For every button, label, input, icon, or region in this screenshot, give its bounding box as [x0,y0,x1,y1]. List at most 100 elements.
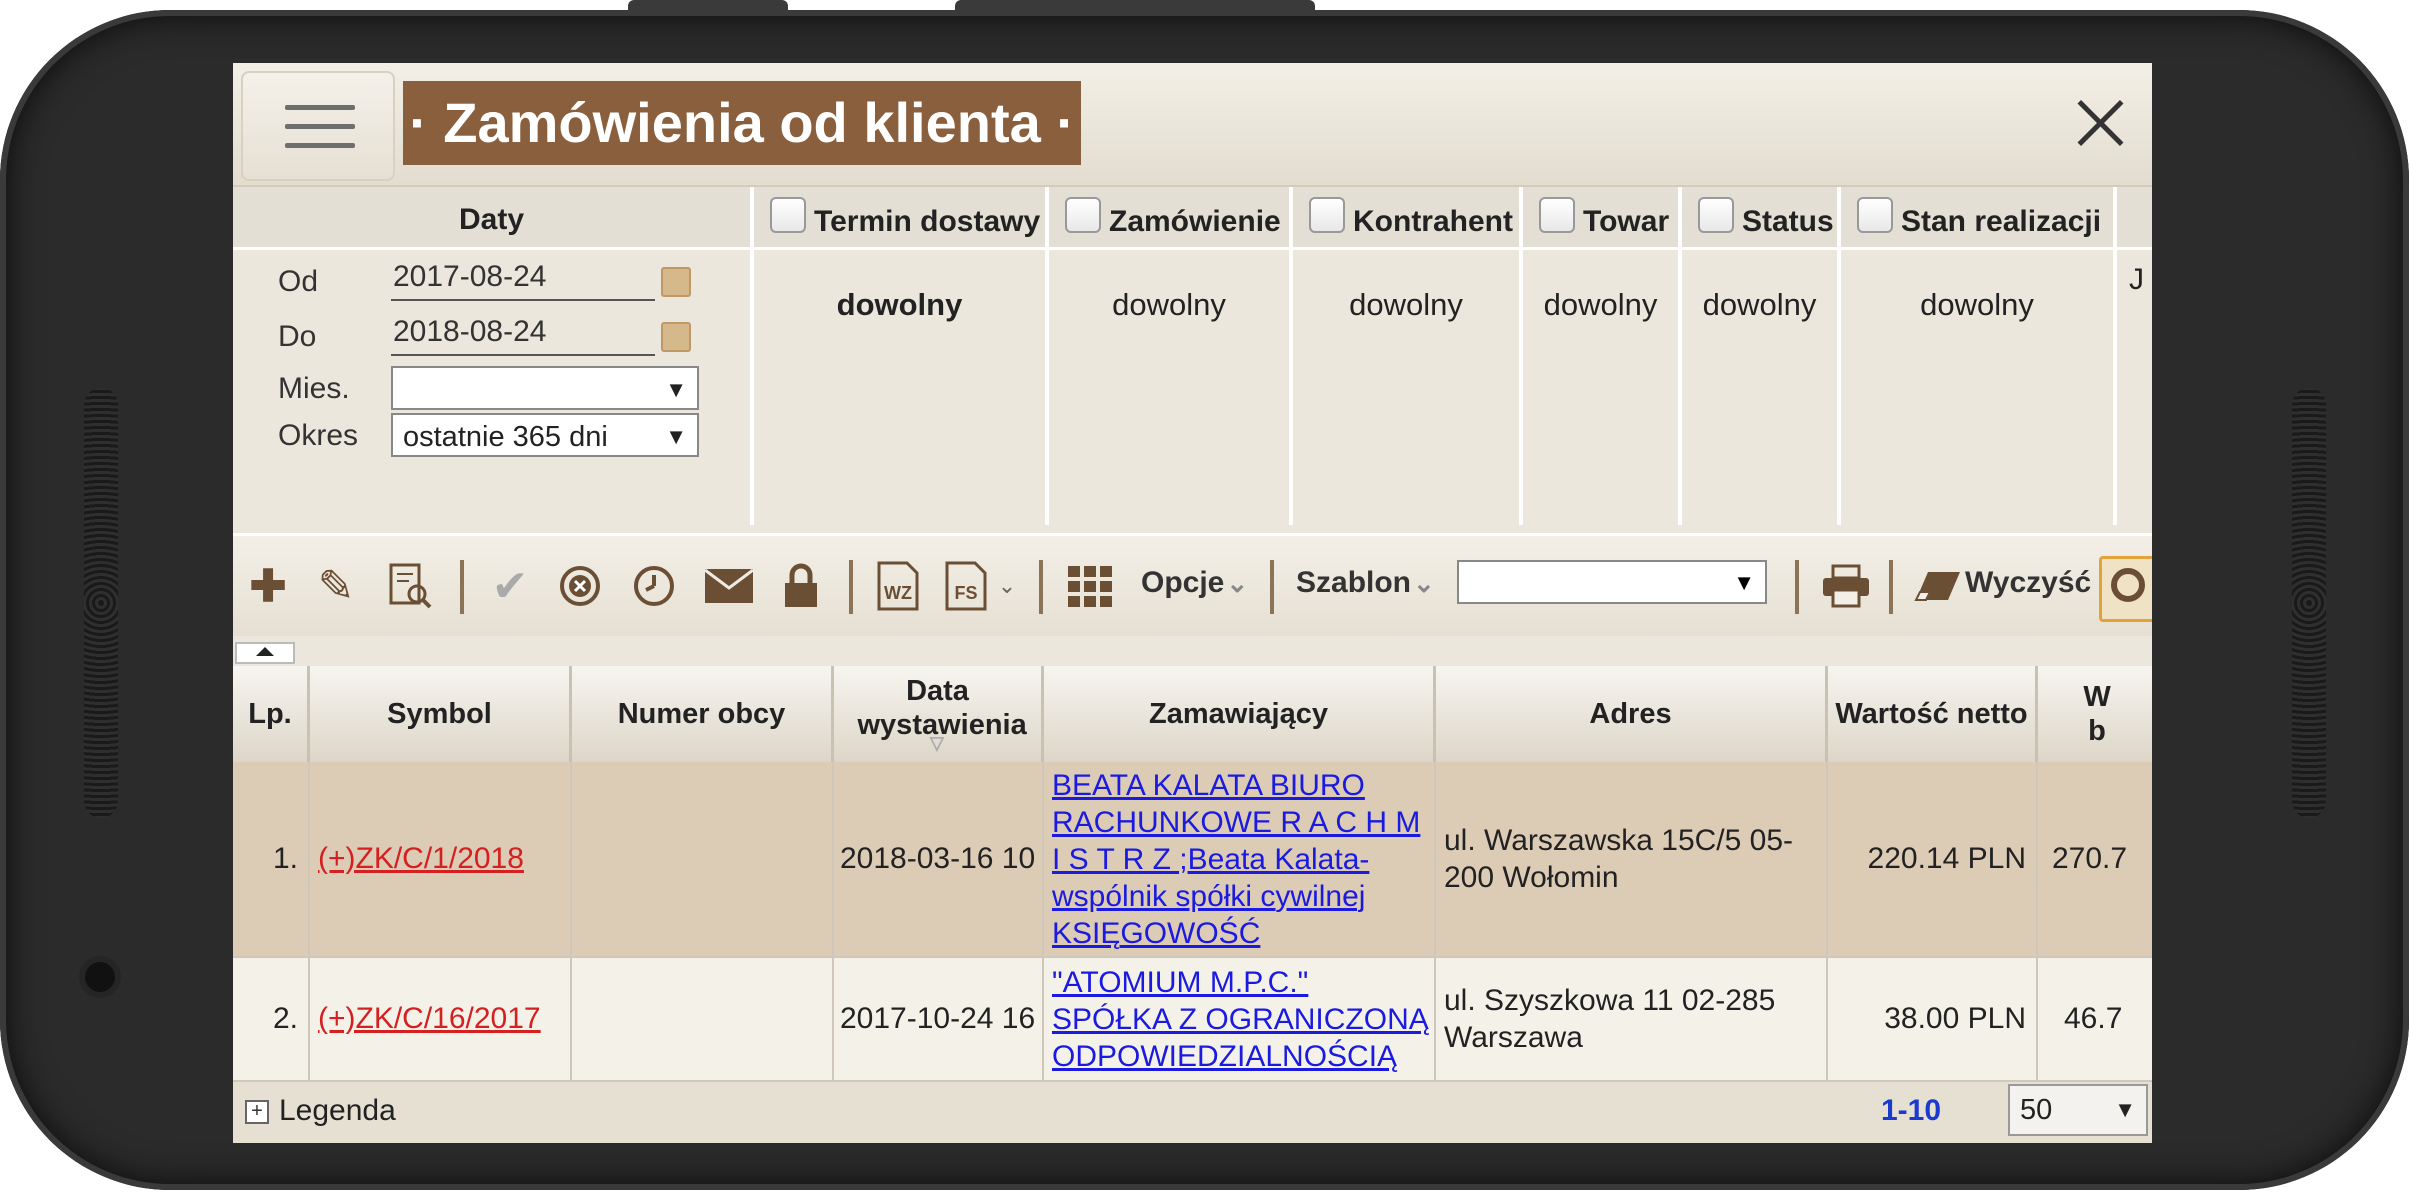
cell-zamawiajacy: BEATA KALATA BIURO RACHUNKOWE R A C H M … [1044,762,1436,956]
column-header-adres[interactable]: Adres [1436,666,1828,762]
filter-cut-off-header [2117,187,2152,250]
date-to-input[interactable]: 2018-08-24 [391,310,655,356]
expand-plus-icon[interactable]: + [245,1100,269,1124]
column-header-brutto-label: W b [2083,681,2111,747]
table-footer: + Legenda 1-10 50 ▼ [233,1080,2152,1143]
template-menu-button[interactable]: Szablon⌄ [1296,566,1435,600]
dropdown-arrow-icon: ▼ [665,424,687,449]
filter-kontrahent[interactable]: Kontrahent dowolny [1293,187,1523,525]
lock-icon[interactable] [778,558,824,614]
filter-panel: Daty Od 2017-08-24 Do 2018-08-24 Mies. ▼… [233,187,2152,529]
power-button [628,0,788,10]
filter-value[interactable]: dowolny [1523,287,1678,323]
cell-symbol: (+)ZK/C/1/2018 [310,762,572,956]
filter-checkbox[interactable] [1698,197,1734,233]
cell-wartosc-brutto: 270.7 [2052,842,2128,875]
eraser-svg [1914,572,1960,601]
calendar-icon[interactable] [661,322,691,352]
filter-termin-dostawy[interactable]: Termin dostawy dowolny [754,187,1049,525]
filter-checkbox[interactable] [770,197,806,233]
table-row[interactable]: 2. (+)ZK/C/16/2017 2017-10-24 16 "ATOMIU… [233,958,2152,1080]
wz-label: WZ [884,583,912,603]
filter-value[interactable]: dowolny [1682,287,1837,323]
chevron-down-icon: ⌄ [1226,568,1249,598]
column-header-wartosc-brutto[interactable]: W b [2038,666,2116,762]
filter-towar-header: Towar [1523,187,1678,250]
approve-check-icon[interactable]: ✔ [485,558,535,614]
toolbar-separator [1270,560,1274,614]
filter-checkbox[interactable] [1857,197,1893,233]
order-symbol-link[interactable]: (+)ZK/C/1/2018 [318,842,524,876]
address-text: ul. Warszawska 15C/5 05-200 Wołomin [1444,824,1794,894]
cell-wartosc-netto: 220.14 PLN [1828,762,2038,956]
column-header-symbol[interactable]: Symbol [310,666,572,762]
cell-adres: ul. Szyszkowa 11 02-285 Warszawa [1436,958,1828,1080]
template-label: Szablon [1296,566,1412,599]
clear-button[interactable]: Wyczyść [1965,566,2091,600]
filter-kontrahent-header: Kontrahent [1293,187,1519,250]
filter-termin-dostawy-header: Termin dostawy [754,187,1045,250]
filter-value[interactable]: dowolny [1841,287,2113,323]
table-row[interactable]: 1. (+)ZK/C/1/2018 2018-03-16 10 BEATA KA… [233,762,2152,958]
template-select[interactable]: ▼ [1457,560,1767,604]
filter-towar[interactable]: Towar dowolny [1523,187,1682,525]
filter-checkbox[interactable] [1065,197,1101,233]
filter-checkbox[interactable] [1539,197,1575,233]
customer-link[interactable]: "ATOMIUM M.P.C." SPÓŁKA Z OGRANICZONĄ OD… [1052,964,1430,1075]
cancel-circle-icon[interactable] [555,558,605,614]
options-label: Opcje [1141,566,1225,599]
search-button[interactable] [2099,556,2152,622]
eraser-icon[interactable] [1913,558,1963,614]
pagination-range: 1-10 [1881,1094,1942,1127]
column-header-lp[interactable]: Lp. [233,666,310,762]
filter-stan-realizacji[interactable]: Stan realizacji dowolny [1841,187,2117,525]
filter-zamowienie[interactable]: Zamówienie dowolny [1049,187,1293,525]
filter-value[interactable]: dowolny [754,287,1045,323]
grid-options-icon[interactable] [1063,558,1117,614]
collapse-filters-button[interactable] [235,642,295,664]
filter-label: Towar [1583,205,1670,238]
add-icon[interactable]: ✚ [243,558,293,614]
close-icon[interactable] [2071,93,2131,153]
legend-toggle[interactable]: Legenda [279,1094,396,1128]
filter-stan-realizacji-header: Stan realizacji [1841,187,2113,250]
preview-document-icon[interactable] [385,558,435,614]
toolbar-separator [1795,560,1799,614]
fs-invoice-icon[interactable]: FS [941,558,991,614]
clock-icon[interactable] [629,558,679,614]
chevron-down-icon[interactable]: ⌄ [995,558,1019,614]
print-icon[interactable] [1819,558,1873,614]
lock-svg [785,563,817,607]
email-envelope-icon[interactable] [701,558,757,614]
period-select-value: ostatnie 365 dni [403,421,608,453]
calendar-icon[interactable] [661,267,691,297]
filter-checkbox[interactable] [1309,197,1345,233]
date-from-input[interactable]: 2017-08-24 [391,255,655,301]
hamburger-menu-button[interactable] [241,71,395,181]
wz-document-icon[interactable]: WZ [873,558,923,614]
options-menu-button[interactable]: Opcje⌄ [1141,566,1248,600]
month-select[interactable]: ▼ [391,366,699,410]
order-symbol-link[interactable]: (+)ZK/C/16/2017 [318,1002,541,1036]
cell-lp: 1. [233,762,310,956]
edit-pencil-icon[interactable]: ✎ [311,558,361,614]
column-header-zamawiajacy[interactable]: Zamawiający [1044,666,1436,762]
filter-status[interactable]: Status dowolny [1682,187,1841,525]
filter-cut-off: J [2117,187,2152,525]
dropdown-arrow-icon: ▼ [665,377,687,402]
period-select[interactable]: ostatnie 365 dni ▼ [391,413,699,457]
filter-dates-title: Daty [458,203,525,236]
chevron-down-icon: ⌄ [1413,568,1435,598]
filter-collapse-strip [233,636,2152,666]
column-header-numer-obcy[interactable]: Numer obcy [572,666,834,762]
customer-link[interactable]: BEATA KALATA BIURO RACHUNKOWE R A C H M … [1052,767,1430,952]
per-page-select[interactable]: 50 ▼ [2008,1084,2148,1136]
fs-label: FS [954,583,977,603]
column-header-wartosc-netto[interactable]: Wartość netto [1828,666,2038,762]
filter-status-header: Status [1682,187,1837,250]
cell-adres: ul. Warszawska 15C/5 05-200 Wołomin [1436,762,1828,956]
toolbar: ✚ ✎ ✔ WZ FS ⌄ Opcje⌄ Szablon⌄ ▼ Wyczyść [233,533,2152,639]
column-header-data-wystawienia[interactable]: Data wystawienia ▽ [834,666,1044,762]
filter-value[interactable]: dowolny [1293,287,1519,323]
filter-value[interactable]: dowolny [1049,287,1289,323]
